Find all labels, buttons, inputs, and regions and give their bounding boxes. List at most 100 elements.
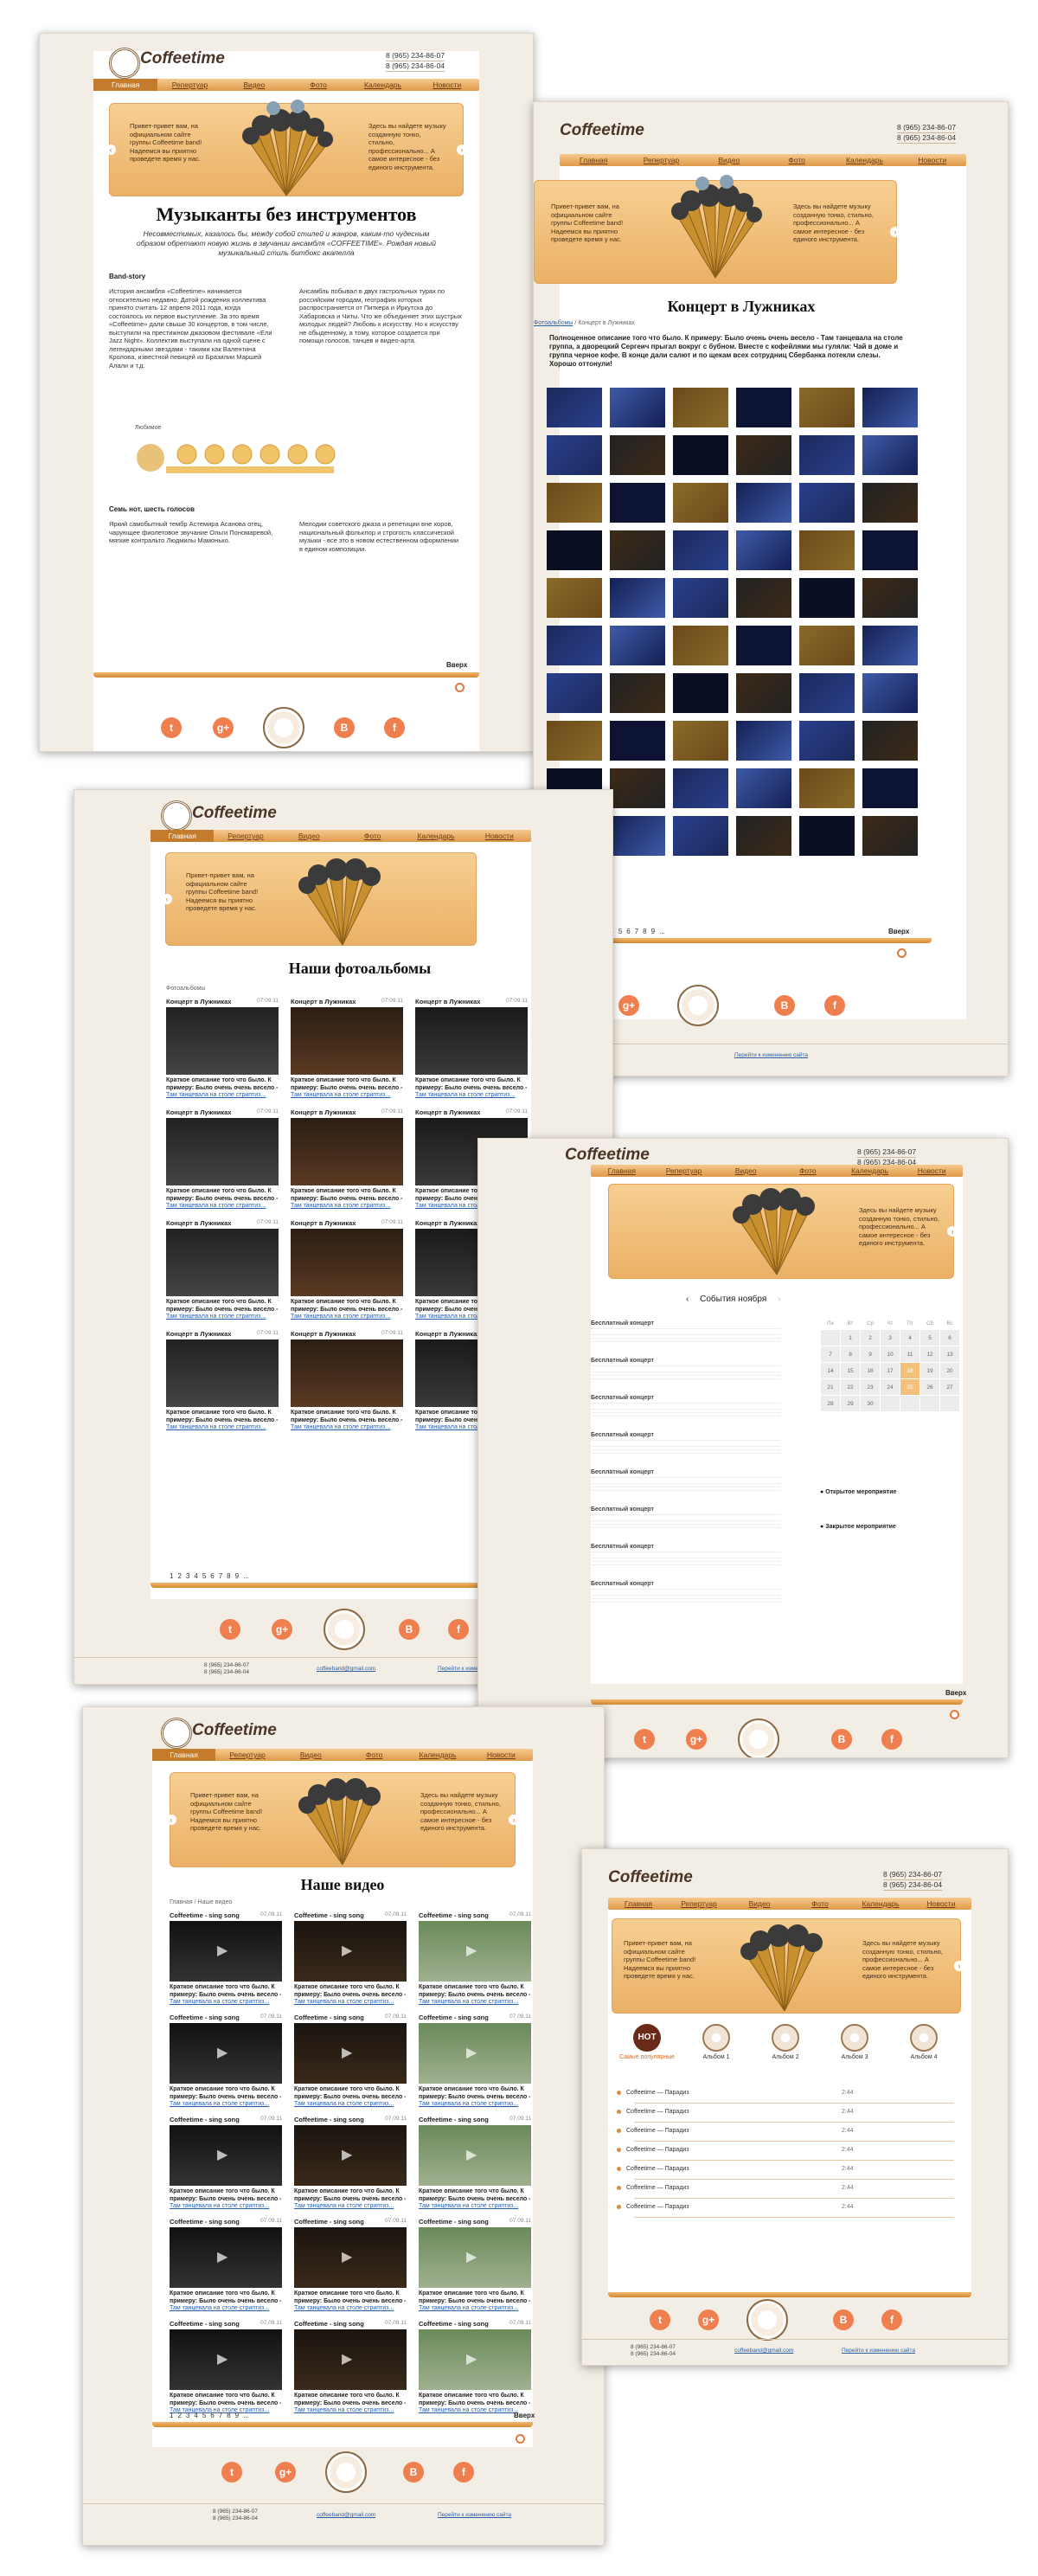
video-card-link[interactable]: Там танцевала на столе стриптиз... <box>419 2305 531 2311</box>
nav-home[interactable]: Главная <box>93 79 158 91</box>
brand-logo[interactable]: Coffeetime <box>560 121 644 140</box>
album-card-link[interactable]: Там танцевала на столе стриптиз... <box>291 1314 403 1320</box>
track-item[interactable]: Coffeetime — Парадиз 2:44 <box>617 2185 963 2204</box>
nav-home[interactable]: Главная <box>560 154 627 166</box>
gallery-photo[interactable] <box>736 578 791 618</box>
album-card[interactable]: Концерт в Лужниках 07.09.11 Краткое описан… <box>166 998 279 1098</box>
track-item[interactable]: Coffeetime — Парадиз 2:44 <box>617 2090 963 2109</box>
album-cover[interactable] <box>166 1118 279 1185</box>
calendar-day[interactable]: 1 <box>840 1329 861 1346</box>
album-cover[interactable] <box>166 1339 279 1407</box>
footer-site-link[interactable]: Перейти к изменению сайта <box>734 1052 808 1058</box>
next-month-arrow[interactable]: › <box>778 1294 780 1304</box>
facebook-icon[interactable]: f <box>881 1729 902 1750</box>
calendar-day[interactable]: 12 <box>919 1346 940 1363</box>
video-card[interactable]: Coffeetime - sing song 07.09.11 ▶ Краткое о… <box>170 2116 282 2209</box>
page-link[interactable]: 8 <box>227 1572 230 1580</box>
brand-logo[interactable]: Coffeetime <box>565 1146 650 1165</box>
video-card-link[interactable]: Там танцевала на столе стриптиз... <box>294 2203 407 2209</box>
brand-logo[interactable]: Coffeetime <box>192 804 277 823</box>
facebook-icon[interactable]: f <box>824 995 845 1016</box>
album-card[interactable]: Концерт в Лужниках 07.09.11 Краткое описан… <box>291 1219 403 1320</box>
page-link[interactable]: 9 <box>235 1572 239 1580</box>
nav-video[interactable]: Видео <box>279 1749 343 1761</box>
play-icon[interactable]: ▶ <box>466 1942 477 1959</box>
page-link[interactable]: ... <box>659 928 665 935</box>
nav-repertoire[interactable]: Репертуар <box>627 154 695 166</box>
calendar-day[interactable]: 6 <box>939 1329 960 1346</box>
gallery-photo[interactable] <box>736 435 791 475</box>
gallery-photo[interactable] <box>736 626 791 665</box>
calendar-day[interactable]: 9 <box>860 1346 881 1363</box>
gallery-photo[interactable] <box>862 816 918 856</box>
page-link[interactable]: 9 <box>651 928 655 935</box>
nav-repertoire[interactable]: Репертуар <box>214 830 277 842</box>
album-card-link[interactable]: Там танцевала на столе стриптиз... <box>415 1092 528 1098</box>
video-card-link[interactable]: Там танцевала на столе стриптиз... <box>170 2305 282 2311</box>
footer-email[interactable]: coffeeband@gmail.com <box>317 2512 375 2518</box>
calendar-day[interactable]: 4 <box>900 1329 920 1346</box>
video-thumbnail[interactable]: ▶ <box>170 1921 282 1982</box>
banner-next-arrow[interactable]: › <box>457 145 467 155</box>
video-card-link[interactable]: Там танцевала на столе стриптиз... <box>294 1999 407 2005</box>
album-card[interactable]: Концерт в Лужниках 07.09.11 Краткое описан… <box>166 1330 279 1430</box>
play-icon[interactable]: ▶ <box>342 2146 352 2163</box>
album-card-link[interactable]: Там танцевала на столе стриптиз... <box>166 1203 279 1209</box>
gallery-photo[interactable] <box>736 768 791 808</box>
gallery-photo[interactable] <box>547 530 602 570</box>
nav-calendar[interactable]: Календарь <box>830 154 898 166</box>
twitter-icon[interactable]: t <box>161 717 182 738</box>
album-cover[interactable] <box>415 1007 528 1075</box>
banner-prev-arrow[interactable]: ‹ <box>106 145 116 155</box>
play-icon[interactable]: ▶ <box>466 2044 477 2061</box>
nav-photo[interactable]: Фото <box>286 79 350 91</box>
page-link[interactable]: 7 <box>219 1572 222 1580</box>
nav-news[interactable]: Новости <box>415 79 479 91</box>
video-card[interactable]: Coffeetime - sing song 07.09.11 ▶ Краткое о… <box>294 2014 407 2107</box>
track-item[interactable]: Coffeetime — Парадиз 2:44 <box>617 2204 963 2223</box>
gallery-photo[interactable] <box>610 483 665 523</box>
nav-calendar[interactable]: Календарь <box>850 1898 911 1910</box>
nav-news[interactable]: Новости <box>900 1165 963 1177</box>
page-link[interactable]: 7 <box>635 928 638 935</box>
video-card[interactable]: Coffeetime - sing song 07.09.11 ▶ Краткое о… <box>170 2218 282 2311</box>
gallery-photo[interactable] <box>673 435 728 475</box>
more-link[interactable]: Вверх <box>446 661 467 669</box>
twitter-icon[interactable]: t <box>650 2309 670 2330</box>
calendar-day[interactable]: 20 <box>939 1362 960 1379</box>
calendar-day[interactable]: 23 <box>860 1378 881 1396</box>
video-thumbnail[interactable]: ▶ <box>170 2023 282 2084</box>
nav-video[interactable]: Видео <box>222 79 286 91</box>
album-card[interactable]: Концерт в Лужниках 07.09.11 Краткое описан… <box>166 1108 279 1209</box>
video-card-link[interactable]: Там танцевала на столе стриптиз... <box>294 2101 407 2107</box>
event-item[interactable]: Бесплатный концерт <box>591 1581 781 1604</box>
album-card-link[interactable]: Там танцевала на столе стриптиз... <box>166 1424 279 1430</box>
banner-next-arrow[interactable]: › <box>954 1961 964 1971</box>
calendar-day[interactable]: 18 <box>900 1362 920 1379</box>
album-item[interactable]: Альбом 2 <box>755 2024 816 2060</box>
album-item[interactable]: Альбом 4 <box>894 2024 954 2060</box>
play-icon[interactable]: ▶ <box>466 2146 477 2163</box>
video-card-link[interactable]: Там танцевала на столе стриптиз... <box>419 2203 531 2209</box>
blog-icon[interactable]: B <box>831 1729 852 1750</box>
page-link[interactable]: 6 <box>210 2412 214 2419</box>
video-thumbnail[interactable]: ▶ <box>170 2125 282 2186</box>
gallery-photo[interactable] <box>862 578 918 618</box>
calendar-day[interactable]: 15 <box>840 1362 861 1379</box>
gallery-photo[interactable] <box>799 530 855 570</box>
event-item[interactable]: Бесплатный концерт <box>591 1544 781 1567</box>
calendar-day[interactable]: 22 <box>840 1378 861 1396</box>
banner-prev-arrow[interactable]: ‹ <box>162 894 172 904</box>
calendar-day[interactable]: 28 <box>820 1395 841 1412</box>
logo-icon[interactable] <box>161 1718 192 1749</box>
nav-home[interactable]: Главная <box>591 1165 653 1177</box>
gallery-photo[interactable] <box>547 388 602 427</box>
gallery-photo[interactable] <box>862 483 918 523</box>
page-link[interactable]: 6 <box>626 928 630 935</box>
gallery-photo[interactable] <box>610 626 665 665</box>
gallery-photo[interactable] <box>799 768 855 808</box>
gallery-photo[interactable] <box>610 768 665 808</box>
album-card-link[interactable]: Там танцевала на столе стриптиз... <box>166 1092 279 1098</box>
album-cover[interactable] <box>291 1118 403 1185</box>
gallery-photo[interactable] <box>547 435 602 475</box>
